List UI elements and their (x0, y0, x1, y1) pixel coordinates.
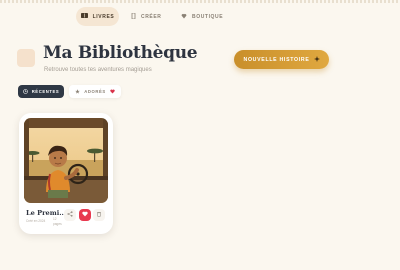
page-title: Ma Bibliothèque (43, 43, 198, 63)
share-icon (67, 211, 73, 219)
main-nav: LIVRES CRÉER BOUTIQUE (0, 7, 400, 27)
star-icon (75, 88, 81, 95)
nav-item-creer[interactable]: CRÉER (131, 7, 162, 26)
trash-icon (96, 211, 102, 219)
book-title: Le Premi... (26, 209, 67, 217)
book-cover-image[interactable] (24, 118, 108, 203)
nav-label: LIVRES (92, 13, 115, 20)
nav-label: BOUTIQUE (192, 13, 224, 20)
shop-icon (181, 13, 187, 21)
new-story-button[interactable]: NOUVELLE HISTOIRE (234, 50, 329, 69)
book-icon (80, 13, 88, 20)
nav-item-livres[interactable]: LIVRES (76, 7, 119, 26)
book-pages: 12 pages (53, 217, 62, 226)
share-button[interactable] (64, 209, 76, 221)
filter-loved[interactable]: ADORÉS (69, 85, 121, 98)
top-border (0, 0, 400, 3)
filter-loved-label: ADORÉS (84, 89, 106, 94)
page-subtitle: Retrouve toutes tes aventures magiques (44, 67, 152, 73)
new-story-label: NOUVELLE HISTOIRE (243, 56, 310, 63)
heart-icon (82, 211, 88, 219)
favorite-button[interactable] (79, 209, 91, 221)
library-logo (17, 49, 35, 67)
delete-button[interactable] (93, 209, 105, 221)
sparkle-icon (313, 55, 320, 64)
pen-icon (131, 12, 136, 21)
nav-label: CRÉER (141, 13, 162, 20)
heart-icon (110, 89, 115, 95)
filter-recent[interactable]: RÉCENTES (18, 85, 64, 98)
book-date: Créé en 2024 (26, 219, 46, 223)
nav-item-boutique[interactable]: BOUTIQUE (181, 7, 223, 26)
clock-icon (22, 88, 28, 95)
filter-recent-label: RÉCENTES (31, 89, 60, 94)
book-card[interactable]: Le Premi... Créé en 2024 12 pages (19, 113, 113, 234)
book-pages-unit: pages (53, 221, 62, 226)
